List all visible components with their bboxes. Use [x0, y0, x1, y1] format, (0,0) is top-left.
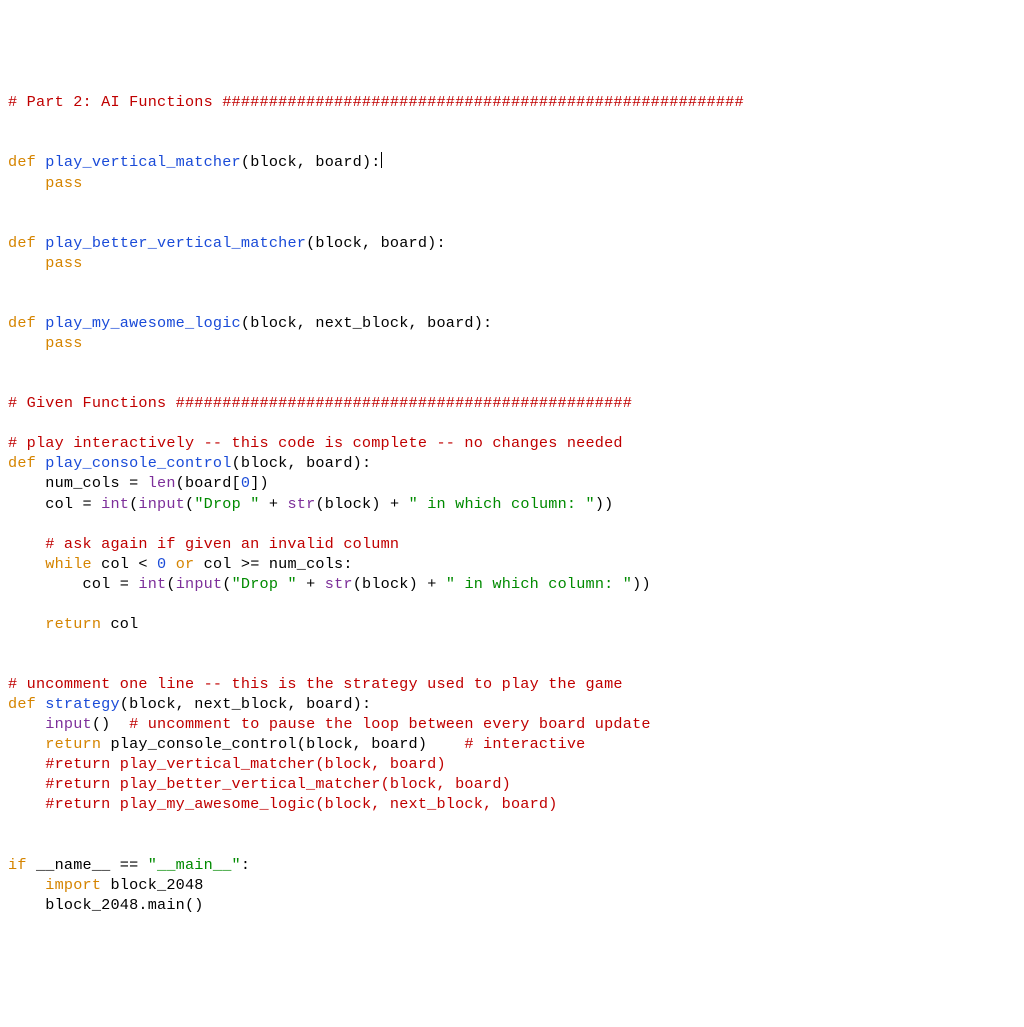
- comment-return-opt1: #return play_vertical_matcher(block, boa…: [45, 755, 446, 773]
- keyword-def: def: [8, 454, 36, 472]
- func-name: strategy: [45, 695, 120, 713]
- code-text: block_2048: [101, 876, 203, 894]
- code-text: (block) +: [315, 495, 408, 513]
- keyword-def: def: [8, 234, 36, 252]
- comment-uncomment: # uncomment one line -- this is the stra…: [8, 675, 623, 693]
- code-text: (): [92, 715, 129, 733]
- params: (block, board):: [306, 234, 446, 252]
- builtin-str: str: [325, 575, 353, 593]
- code-text: col >= num_cols:: [194, 555, 352, 573]
- code-text: +: [297, 575, 325, 593]
- code-text: (: [185, 495, 194, 513]
- code-text: [166, 555, 175, 573]
- builtin-int: int: [101, 495, 129, 513]
- builtin-input: input: [176, 575, 223, 593]
- comment-return-opt2: #return play_better_vertical_matcher(blo…: [45, 775, 511, 793]
- number-literal: 0: [241, 474, 250, 492]
- code-text: play_console_control(block, board): [101, 735, 464, 753]
- string-literal: "Drop ": [194, 495, 259, 513]
- string-literal: " in which column: ": [409, 495, 595, 513]
- keyword-def: def: [8, 695, 36, 713]
- keyword-def: def: [8, 153, 36, 171]
- string-literal: " in which column: ": [446, 575, 632, 593]
- func-name: play_my_awesome_logic: [45, 314, 241, 332]
- comment-part2-header: # Part 2: AI Functions #################…: [8, 93, 744, 111]
- comment-play-interactively: # play interactively -- this code is com…: [8, 434, 623, 452]
- keyword-pass: pass: [45, 334, 82, 352]
- code-text: col =: [8, 575, 138, 593]
- func-name: play_console_control: [45, 454, 231, 472]
- keyword-if: if: [8, 856, 27, 874]
- code-text: col: [101, 615, 138, 633]
- code-text: (: [222, 575, 231, 593]
- builtin-str: str: [287, 495, 315, 513]
- keyword-def: def: [8, 314, 36, 332]
- keyword-pass: pass: [45, 174, 82, 192]
- code-text: )): [632, 575, 651, 593]
- params: (block, next_block, board):: [241, 314, 492, 332]
- string-literal: "__main__": [148, 856, 241, 874]
- comment-given-header: # Given Functions ######################…: [8, 394, 632, 412]
- text-cursor: [381, 152, 382, 168]
- func-name: play_better_vertical_matcher: [45, 234, 306, 252]
- code-text: col <: [92, 555, 157, 573]
- keyword-pass: pass: [45, 254, 82, 272]
- keyword-import: import: [45, 876, 101, 894]
- params: (block, board):: [241, 153, 381, 171]
- code-text: )): [595, 495, 614, 513]
- code-text: ]): [250, 474, 269, 492]
- keyword-or: or: [176, 555, 195, 573]
- builtin-len: len: [148, 474, 176, 492]
- keyword-return: return: [45, 615, 101, 633]
- code-editor[interactable]: # Part 2: AI Functions #################…: [8, 92, 1016, 915]
- builtin-int: int: [138, 575, 166, 593]
- code-text: :: [241, 856, 250, 874]
- comment-return-opt3: #return play_my_awesome_logic(block, nex…: [45, 795, 557, 813]
- func-name: play_vertical_matcher: [45, 153, 241, 171]
- comment-inline: # uncomment to pause the loop between ev…: [129, 715, 651, 733]
- code-text: col =: [8, 495, 101, 513]
- code-text: __name__ ==: [27, 856, 148, 874]
- string-literal: "Drop ": [232, 575, 297, 593]
- comment-ask-again: # ask again if given an invalid column: [45, 535, 399, 553]
- builtin-input: input: [138, 495, 185, 513]
- code-text: (block) +: [353, 575, 446, 593]
- code-text: +: [260, 495, 288, 513]
- code-text: (board[: [176, 474, 241, 492]
- code-text: num_cols =: [8, 474, 148, 492]
- keyword-while: while: [45, 555, 92, 573]
- params: (block, next_block, board):: [120, 695, 371, 713]
- code-text: block_2048.main(): [8, 896, 204, 914]
- keyword-return: return: [45, 735, 101, 753]
- comment-inline: # interactive: [464, 735, 585, 753]
- number-literal: 0: [157, 555, 166, 573]
- builtin-input: input: [45, 715, 92, 733]
- params: (block, board):: [232, 454, 372, 472]
- code-text: (: [166, 575, 175, 593]
